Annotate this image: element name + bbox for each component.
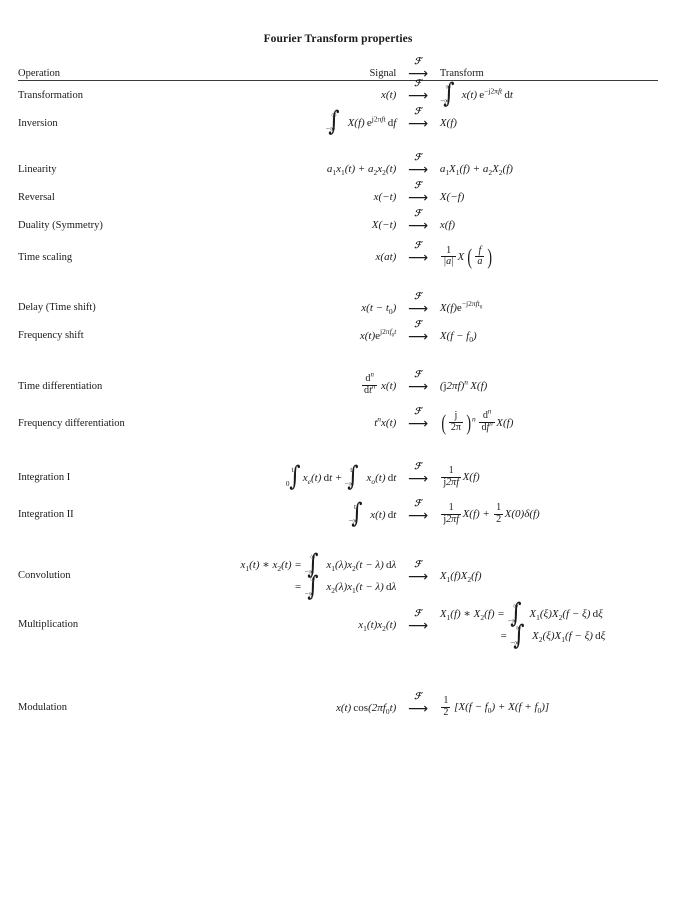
table-row: Inversion ∫ ∞ −∞ X(f) ej2πft df ℱ ⟶ X(f) <box>18 106 658 138</box>
table-row: Multiplication x1(t)x2(t) ℱ ⟶ X1(f) ∗ X2(… <box>18 600 658 649</box>
row-arrow-reversal: ℱ ⟶ <box>408 181 429 206</box>
table-row: Modulation x(t) cos(2πf0t) ℱ ⟶ 12 [X(f − … <box>18 689 658 726</box>
row-label-duality: Duality (Symmetry) <box>18 219 103 231</box>
table-row: Duality (Symmetry) X(−t) ℱ ⟶ x(f) <box>18 209 658 239</box>
header-row: Operation Signal ℱ ⟶ Transform <box>18 57 658 81</box>
row-signal-time-differentiation: dn dtn x(t) <box>362 371 397 397</box>
row-transform-integration-i: 1 j2πf X(f) <box>441 465 480 488</box>
table-head: Operation Signal ℱ ⟶ Transform <box>18 57 658 81</box>
row-label-convolution: Convolution <box>18 570 71 582</box>
row-arrow-modulation: ℱ ⟶ <box>408 691 429 717</box>
row-arrow-delay: ℱ ⟶ <box>408 291 429 317</box>
row-label-frequency-shift: Frequency shift <box>18 330 84 342</box>
row-arrow-frequency-shift: ℱ ⟶ <box>408 319 429 345</box>
row-arrow-integration-i: ℱ ⟶ <box>408 461 429 487</box>
row-arrow-time-scaling: ℱ ⟶ <box>408 241 429 267</box>
row-spacer <box>18 649 658 689</box>
row-signal-linearity: a1x1(t) + a2x2(t) <box>326 163 397 178</box>
row-signal-integration-i: ∫ t 0 xe(t) dt + ∫ t −∞ xo(t) dt <box>285 461 397 493</box>
row-signal-convolution: x1(t) ∗ x2(t) = ∫ ∞ −∞ x1(λ)x2(t − λ) dλ = … <box>240 548 397 602</box>
row-label-transformation: Transformation <box>18 89 83 101</box>
row-transform-frequency-differentiation: (j 2π)n dn dfn X(f) <box>441 408 514 435</box>
row-spacer <box>18 137 658 155</box>
row-label-multiplication: Multiplication <box>18 619 79 631</box>
row-label-time-scaling: Time scaling <box>18 251 73 263</box>
column-header-operation: Operation <box>18 67 60 79</box>
row-arrow-convolution: ℱ ⟶ <box>408 559 429 585</box>
table-row: Time scaling x(at) ℱ ⟶ 1 |a| X (f a) <box>18 239 658 276</box>
table-row: Transformation x(t) ℱ ⟶ ∫ ∞ −∞ x(t) e−j2πft … <box>18 78 658 110</box>
row-transform-modulation: 12 [X(f − f0) + X(f + f0)] <box>441 694 550 718</box>
row-signal-modulation: x(t) cos(2πf0t) <box>335 701 397 716</box>
document-page: Fourier Transform properties Operation S… <box>0 0 676 916</box>
row-signal-time-scaling: x(at) <box>375 251 397 264</box>
row-signal-reversal: x(−t) <box>373 191 397 203</box>
row-transform-inversion: X(f) <box>439 117 457 129</box>
row-label-linearity: Linearity <box>18 163 57 175</box>
fourier-arrow-icon: ℱ ⟶ <box>403 57 433 81</box>
table-row: Convolution x1(t) ∗ x2(t) = ∫ ∞ −∞ x1(λ)x2(… <box>18 551 658 600</box>
row-signal-inversion: ∫ ∞ −∞ X(f) ej2πft df <box>325 106 397 138</box>
header-transform-arrow-icon: ℱ ⟶ <box>396 57 440 81</box>
row-label-integration-i: Integration I <box>18 472 71 484</box>
row-transform-delay: X(f)e−j2πft0 <box>439 299 483 314</box>
row-transform-linearity: a1X1(f) + a2X2(f) <box>439 163 513 178</box>
row-spacer <box>18 533 658 551</box>
row-transform-integration-ii: 1 j2πf X(f) + 1 2 X(0)δ(f) <box>441 501 540 525</box>
table-row: Reversal x(−t) ℱ ⟶ X(−f) <box>18 181 658 211</box>
row-transform-reversal: X(−f) <box>439 191 465 203</box>
row-arrow-time-differentiation: ℱ ⟶ <box>408 370 429 396</box>
row-signal-frequency-shift: x(t)ej2πf0t <box>359 327 397 342</box>
row-arrow-inversion: ℱ ⟶ <box>408 107 429 132</box>
row-arrow-multiplication: ℱ ⟶ <box>408 608 429 634</box>
row-arrow-transformation: ℱ ⟶ <box>408 79 429 104</box>
row-label-inversion: Inversion <box>18 117 58 129</box>
table-row: Integration II ∫ t −∞ x(t) dt ℱ ⟶ 1 j2πf X(f) … <box>18 496 658 533</box>
table-row: Delay (Time shift) x(t − t0) ℱ ⟶ X(f)e−j2… <box>18 291 658 322</box>
row-transform-duality: x(f) <box>439 219 456 231</box>
row-transform-convolution: X1(f)X2(f) <box>439 569 482 584</box>
table-row: Frequency differentiation tnx(t) ℱ ⟶ (j 2π… <box>18 405 658 442</box>
row-transform-transformation: ∫ ∞ −∞ x(t) e−j2πft dt <box>440 78 513 110</box>
row-transform-multiplication: X1(f) ∗ X2(f) = ∫ ∞ −∞ X1(ξ)X2(f − ξ) dξ = … <box>439 597 606 651</box>
row-label-time-differentiation: Time differentiation <box>18 380 103 392</box>
row-signal-transformation: x(t) <box>381 89 397 101</box>
row-spacer <box>18 350 658 368</box>
column-header-signal: Signal <box>369 67 397 79</box>
table-body: Transformation x(t) ℱ ⟶ ∫ ∞ −∞ x(t) e−j2πft … <box>18 78 658 727</box>
row-signal-frequency-differentiation: tnx(t) <box>374 414 397 430</box>
row-label-delay: Delay (Time shift) <box>18 302 96 314</box>
table-row: Linearity a1x1(t) + a2x2(t) ℱ ⟶ a1X1(f) +… <box>18 153 658 183</box>
row-label-frequency-differentiation: Frequency differentiation <box>18 417 125 429</box>
row-label-modulation: Modulation <box>18 702 67 714</box>
row-spacer <box>18 276 658 294</box>
row-arrow-integration-ii: ℱ ⟶ <box>408 498 429 524</box>
row-transform-frequency-shift: X(f − f0) <box>439 329 477 345</box>
row-transform-time-scaling: 1 |a| X (f a) <box>441 244 493 270</box>
row-arrow-linearity: ℱ ⟶ <box>408 153 429 178</box>
row-signal-multiplication: x1(t)x2(t) <box>358 618 397 633</box>
row-signal-duality: X(−t) <box>371 219 397 231</box>
row-label-integration-ii: Integration II <box>18 509 74 521</box>
row-signal-delay: x(t − t0) <box>361 301 397 317</box>
fourier-properties-table: Operation Signal ℱ ⟶ Transform Transform… <box>18 57 658 727</box>
row-transform-time-differentiation: (j2πf)n X(f) <box>439 377 488 393</box>
table-row: Time differentiation dn dtn x(t) ℱ ⟶ (j2πf… <box>18 368 658 405</box>
row-spacer <box>18 442 658 460</box>
table-row: Integration I ∫ t 0 xe(t) dt + ∫ t −∞ xo(t) d… <box>18 460 658 497</box>
row-arrow-duality: ℱ ⟶ <box>408 209 429 234</box>
page-title: Fourier Transform properties <box>263 33 413 45</box>
row-arrow-frequency-differentiation: ℱ ⟶ <box>408 407 429 433</box>
row-signal-integration-ii: ∫ t −∞ x(t) dt <box>348 498 397 530</box>
table-row: Frequency shift x(t)ej2πf0t ℱ ⟶ X(f − f0) <box>18 319 658 350</box>
column-header-transform: Transform <box>439 67 484 79</box>
row-label-reversal: Reversal <box>18 191 55 203</box>
